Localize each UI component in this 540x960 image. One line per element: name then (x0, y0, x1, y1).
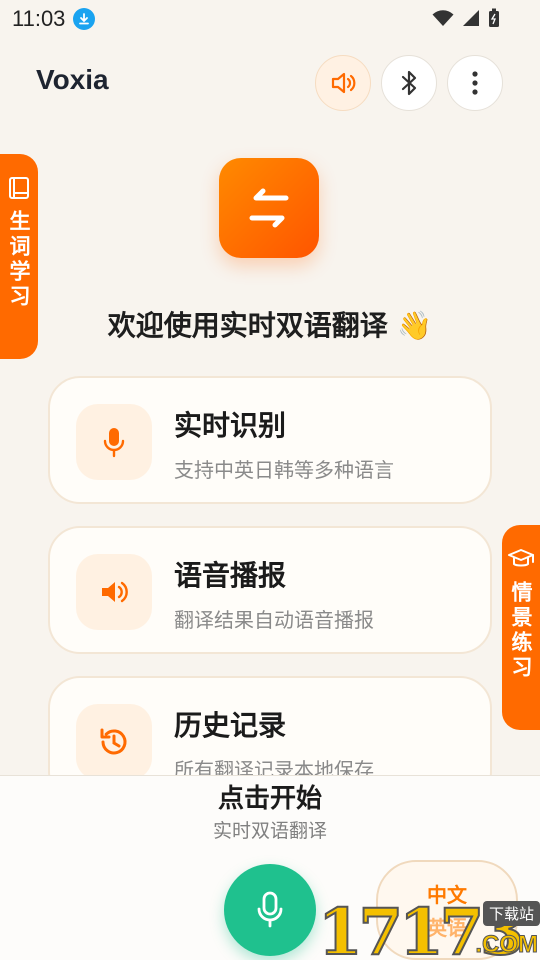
app-logo (219, 158, 319, 258)
bluetooth-button[interactable] (381, 55, 437, 111)
signal-icon (463, 10, 479, 26)
feature-icon-box (76, 704, 152, 780)
microphone-icon (103, 428, 125, 458)
feature-title: 语音播报 (174, 559, 287, 592)
speaker-icon (331, 72, 356, 94)
scenario-practice-side-tab[interactable]: 情景练习 (502, 525, 540, 730)
speaker-icon (102, 581, 128, 603)
swap-arrows-icon (249, 188, 289, 228)
feature-icon-box (76, 554, 152, 630)
feature-card-voice-broadcast[interactable]: 语音播报 翻译结果自动语音播报 (48, 526, 492, 654)
start-recording-button[interactable] (224, 864, 316, 956)
status-bar: 11:03 (0, 0, 540, 38)
start-title: 点击开始 (217, 784, 322, 814)
graduation-cap-icon (508, 549, 534, 567)
feature-title: 实时识别 (174, 409, 287, 442)
feature-subtitle: 支持中英日韩等多种语言 (174, 458, 394, 482)
book-icon (9, 177, 29, 199)
feature-subtitle: 翻译结果自动语音播报 (174, 608, 374, 632)
feature-icon-box (76, 404, 152, 480)
watermark-tag: 下载站 (482, 901, 540, 926)
site-watermark: 17173 下载站 .COM (317, 894, 540, 960)
speaker-toggle-button[interactable] (315, 55, 371, 111)
battery-icon (489, 8, 499, 27)
status-time: 11:03 (12, 6, 66, 31)
app-title: Voxia (36, 64, 109, 95)
vocabulary-tab-label: 生词学习 (7, 210, 31, 310)
more-vertical-icon (472, 71, 478, 95)
more-menu-button[interactable] (447, 55, 503, 111)
wifi-icon (432, 10, 454, 26)
download-icon (73, 8, 96, 30)
feature-card-realtime-recognition[interactable]: 实时识别 支持中英日韩等多种语言 (48, 376, 492, 504)
watermark-domain: .COM (475, 931, 539, 959)
feature-title: 历史记录 (174, 709, 287, 742)
start-subtitle: 实时双语翻译 (212, 820, 327, 842)
history-icon (100, 728, 127, 755)
scenario-tab-label: 情景练习 (509, 581, 533, 681)
microphone-icon (257, 891, 283, 928)
welcome-heading: 欢迎使用实时双语翻译 👋 (107, 309, 433, 342)
bluetooth-icon (401, 70, 417, 96)
